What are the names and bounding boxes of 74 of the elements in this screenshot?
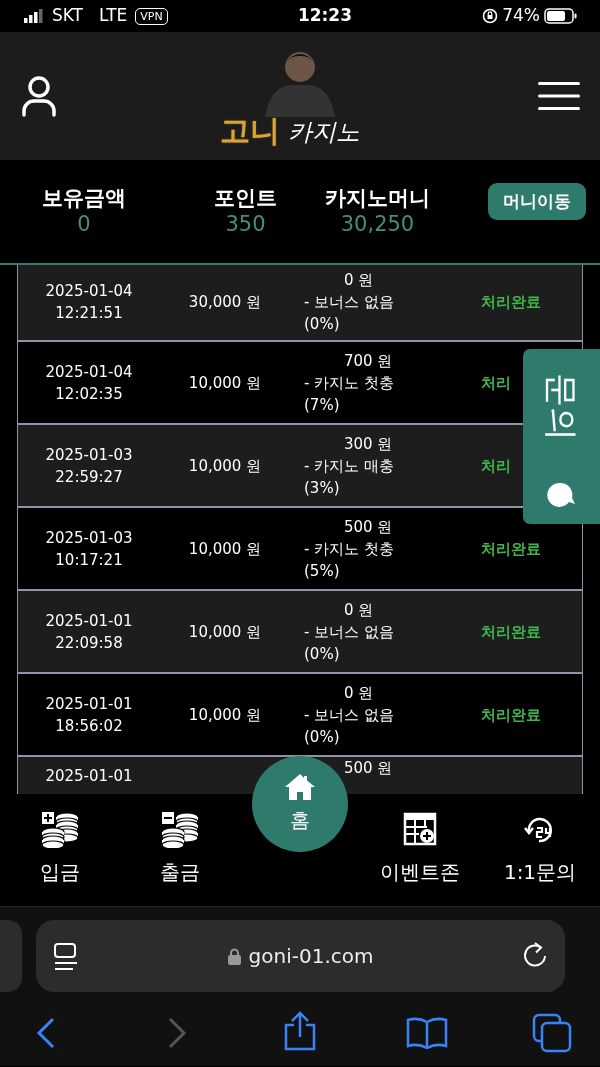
date-cell-text: 2025-01-01 18:56:02 (44, 693, 134, 737)
back-icon[interactable] (36, 1017, 56, 1049)
status-label: 처리완료 (481, 292, 541, 311)
lock-icon (227, 947, 241, 965)
bonus-name: - 카지노 첫충 (304, 372, 395, 394)
battery-percent: 74% (502, 4, 540, 28)
nav-item[interactable]: 1:1문의 (480, 794, 600, 906)
rotation-lock-icon (482, 8, 499, 24)
bonus-amount: 300 원 (343, 433, 394, 455)
bonus-amount: 0 원 (343, 269, 375, 291)
balance-value: 0 (76, 211, 92, 237)
tabs-icon[interactable] (532, 1013, 572, 1053)
nav-item[interactable]: 이벤트존 (360, 794, 480, 906)
bonus-name: - 카지노 매충 (304, 455, 395, 477)
balance-label: 포인트 (214, 186, 277, 212)
date-cell-text: 2025-01-01 (44, 766, 134, 787)
calendar-plus-icon (403, 812, 437, 846)
battery-icon (544, 8, 578, 24)
status-label: 처리완료 (481, 705, 541, 724)
coins-plus-icon (40, 810, 80, 848)
status-label: 처리 (481, 373, 511, 392)
house-icon (284, 773, 316, 801)
clock-time: 12:23 (297, 4, 352, 28)
amount-cell: 10,000 원 (188, 539, 262, 558)
bonus-amount: 0 원 (343, 682, 375, 704)
amount-cell: 10,000 원 (188, 373, 262, 392)
status-label: 처리 (481, 456, 511, 475)
date-cell-text: 2025-01-01 22:09:58 (44, 610, 134, 654)
address-bar[interactable]: goni-01.com (36, 920, 565, 992)
balance-value: 30,250 (339, 211, 416, 237)
amount-cell: 10,000 원 (188, 705, 262, 724)
reader-icon[interactable] (52, 941, 80, 971)
signal-icon (24, 9, 44, 23)
nav-item[interactable]: 입금 (0, 794, 120, 906)
bonus-name: - 보너스 없음 (304, 291, 395, 313)
bonus-rate: (0%) (304, 313, 341, 335)
inquiry-tab[interactable]: 문의 (523, 349, 600, 524)
balance-label: 카지노머니 (325, 186, 430, 212)
bonus-amount: 500 원 (343, 516, 394, 538)
vpn-indicator: VPN (135, 7, 168, 25)
date-cell-text: 2025-01-03 10:17:21 (44, 527, 134, 571)
amount-cell: 10,000 원 (188, 622, 262, 641)
logo-text: 카지노 (288, 117, 360, 148)
bonus-name: - 보너스 없음 (304, 704, 395, 726)
nav-item[interactable]: 출금 (120, 794, 240, 906)
bonus-rate: (3%) (304, 477, 341, 499)
logo-text: 고니 (220, 112, 280, 150)
amount-cell: 30,000 원 (188, 292, 262, 311)
balance-label: 보유금액 (42, 186, 126, 212)
amount-cell: 10,000 원 (188, 456, 262, 475)
status-label: 처리완료 (481, 622, 541, 641)
date-cell-text: 2025-01-04 12:02:35 (44, 361, 134, 405)
bonus-name: - 카지노 첫충 (304, 538, 395, 560)
money-transfer-button[interactable]: 머니이동 (488, 182, 586, 221)
share-icon[interactable] (283, 1011, 317, 1051)
coins-minus-icon (160, 810, 200, 848)
date-cell-text: 2025-01-04 12:21:51 (44, 280, 134, 324)
carrier-name: SKT (52, 4, 83, 28)
menu-icon[interactable] (538, 81, 580, 111)
bonus-rate: (0%) (304, 643, 341, 665)
bonus-amount: 0 원 (343, 599, 375, 621)
user-icon[interactable] (22, 75, 56, 117)
url-text: goni-01.com (248, 943, 374, 970)
date-cell-text: 2025-01-03 22:59:27 (44, 444, 134, 488)
bookmarks-icon[interactable] (406, 1017, 448, 1049)
balance-value: 350 (224, 211, 267, 237)
bonus-rate: (0%) (304, 726, 341, 748)
bonus-amount: 700 원 (343, 350, 394, 372)
bonus-rate: (7%) (304, 394, 341, 416)
bonus-name: - 보너스 없음 (304, 621, 395, 643)
forward-icon[interactable] (167, 1017, 187, 1049)
status-label: 처리완료 (481, 539, 541, 558)
network-type: LTE (99, 4, 128, 28)
bonus-rate: (5%) (304, 560, 341, 582)
